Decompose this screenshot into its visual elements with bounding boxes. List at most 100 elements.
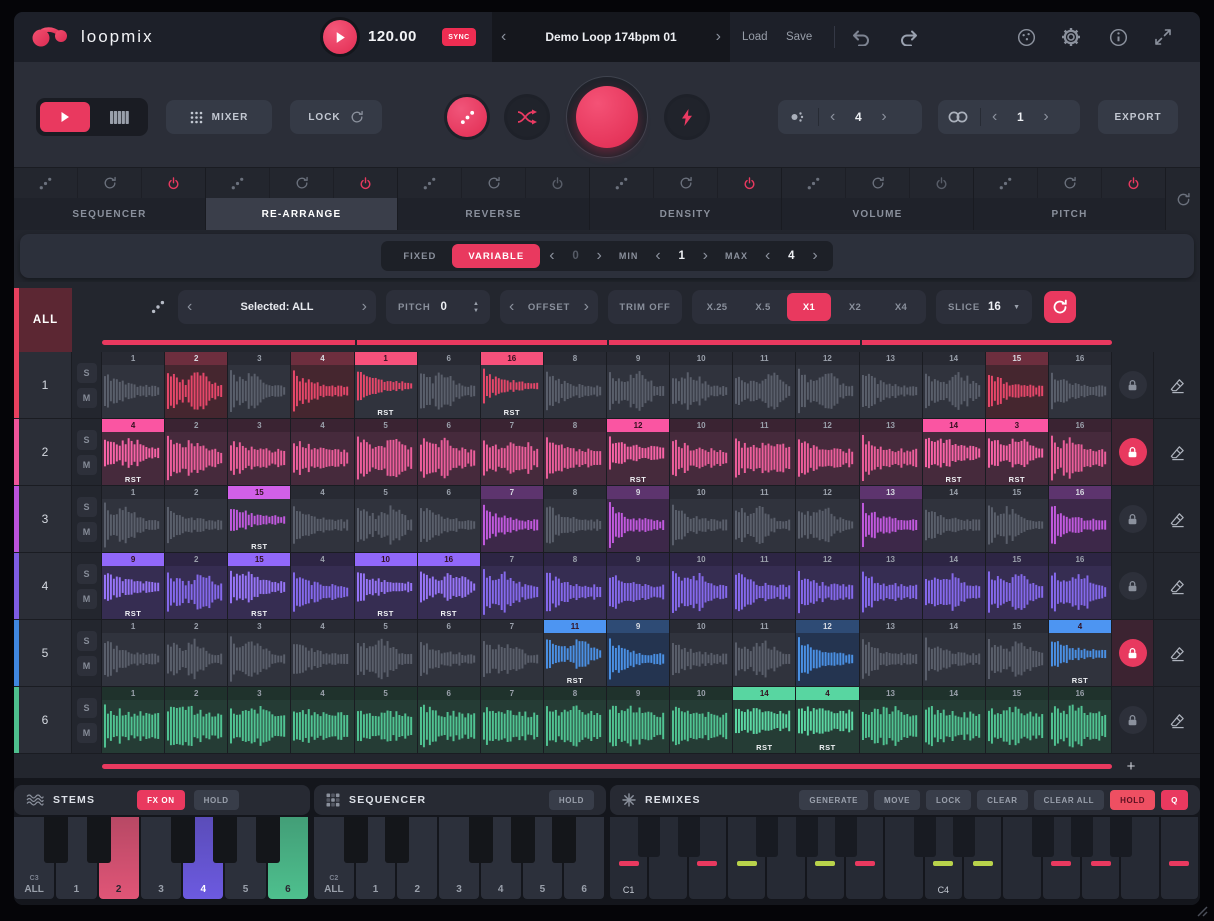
- slice-cell[interactable]: 11RST: [544, 620, 607, 686]
- slice-cell[interactable]: 9: [607, 486, 670, 552]
- slice-cell[interactable]: 15: [986, 620, 1049, 686]
- tab-sequencer[interactable]: SEQUENCER: [14, 198, 205, 230]
- slice-cell[interactable]: 8: [544, 553, 607, 619]
- slice-cell[interactable]: 6: [418, 620, 481, 686]
- black-key[interactable]: [44, 817, 68, 863]
- slice-cell[interactable]: 11: [733, 419, 796, 485]
- slice-cell[interactable]: 4RST: [1049, 620, 1112, 686]
- loop-view-button[interactable]: [40, 102, 90, 132]
- row-select-button-1[interactable]: 1: [14, 352, 72, 418]
- slice-cell[interactable]: 10: [670, 687, 733, 753]
- slice-cell[interactable]: 13: [860, 687, 923, 753]
- black-key[interactable]: [756, 817, 778, 857]
- black-key[interactable]: [796, 817, 818, 857]
- tab-re-arrange[interactable]: RE-ARRANGE: [206, 198, 397, 230]
- preset-next-button[interactable]: ›: [707, 29, 730, 45]
- remix-hold-button[interactable]: HOLD: [1110, 790, 1155, 810]
- black-key[interactable]: [678, 817, 700, 857]
- slice-cell[interactable]: 1: [102, 687, 165, 753]
- solo-button[interactable]: S: [77, 497, 97, 517]
- solo-button[interactable]: S: [77, 631, 97, 651]
- slice-cell[interactable]: 9: [607, 687, 670, 753]
- pitch-spinner[interactable]: ▲ ▼: [473, 301, 490, 314]
- playhead-bar-bottom[interactable]: [102, 764, 1112, 769]
- slice-cell[interactable]: 15: [986, 687, 1049, 753]
- speed-x-5[interactable]: X.5: [741, 293, 785, 321]
- speed-x2[interactable]: X2: [833, 293, 877, 321]
- sync-button[interactable]: SYNC: [442, 28, 476, 46]
- fixed-next-button[interactable]: ›: [588, 248, 611, 264]
- tabs-refresh-button[interactable]: [1166, 168, 1200, 230]
- black-key[interactable]: [256, 817, 280, 863]
- slice-cell[interactable]: 13: [860, 553, 923, 619]
- repeat-next-button[interactable]: ›: [1034, 109, 1057, 125]
- black-key[interactable]: [1110, 817, 1132, 857]
- black-key[interactable]: [552, 817, 576, 863]
- variable-button[interactable]: VARIABLE: [452, 244, 540, 268]
- row-select-button-3[interactable]: 3: [14, 486, 72, 552]
- black-key[interactable]: [914, 817, 936, 857]
- slice-cell[interactable]: 4: [291, 553, 354, 619]
- slice-cell[interactable]: 2: [165, 352, 228, 418]
- solo-button[interactable]: S: [77, 430, 97, 450]
- lock-control[interactable]: LOCK: [290, 100, 382, 134]
- tab-density[interactable]: DENSITY: [590, 198, 781, 230]
- slice-cell[interactable]: 8: [544, 352, 607, 418]
- slice-cell[interactable]: 5: [355, 620, 418, 686]
- slice-cell[interactable]: 8: [544, 687, 607, 753]
- row-select-button-4[interactable]: 4: [14, 553, 72, 619]
- pattern-prev-button[interactable]: ‹: [821, 109, 844, 125]
- slice-cell[interactable]: 15RST: [228, 553, 291, 619]
- slice-cell[interactable]: 2: [165, 620, 228, 686]
- row-select-button-5[interactable]: 5: [14, 620, 72, 686]
- tab-refresh-icon[interactable]: [846, 168, 910, 198]
- redo-button[interactable]: [898, 27, 920, 49]
- fixed-button[interactable]: FIXED: [387, 244, 452, 268]
- main-trigger-button[interactable]: [566, 76, 648, 158]
- tab-dice-icon[interactable]: [14, 168, 78, 198]
- row-erase-button[interactable]: [1169, 377, 1186, 394]
- slice-cell[interactable]: 11: [733, 486, 796, 552]
- spin-up-icon[interactable]: ▲: [473, 301, 479, 307]
- slice-cell[interactable]: 4RST: [102, 419, 165, 485]
- row-select-button-2[interactable]: 2: [14, 419, 72, 485]
- black-key[interactable]: [1071, 817, 1093, 857]
- slice-cell[interactable]: 2: [165, 486, 228, 552]
- speed-x1[interactable]: X1: [787, 293, 831, 321]
- tab-refresh-icon[interactable]: [1038, 168, 1102, 198]
- row-lock-button[interactable]: [1119, 505, 1147, 533]
- slice-cell[interactable]: 1RST: [355, 352, 418, 418]
- tab-refresh-icon[interactable]: [654, 168, 718, 198]
- slice-cell[interactable]: 14: [923, 486, 986, 552]
- slice-cell[interactable]: 4: [291, 419, 354, 485]
- slice-cell[interactable]: 16RST: [418, 553, 481, 619]
- row-erase-button[interactable]: [1169, 511, 1186, 528]
- slice-cell[interactable]: 5: [355, 419, 418, 485]
- slice-cell[interactable]: 13: [860, 486, 923, 552]
- repeat-prev-button[interactable]: ‹: [983, 109, 1006, 125]
- slice-cell[interactable]: 6: [418, 352, 481, 418]
- slice-cell[interactable]: 10: [670, 352, 733, 418]
- remix-clear-button[interactable]: CLEAR: [977, 790, 1028, 810]
- slice-cell[interactable]: 6: [418, 419, 481, 485]
- load-button[interactable]: Load: [742, 12, 768, 62]
- black-key[interactable]: [385, 817, 409, 863]
- trim-button[interactable]: TRIM OFF: [608, 290, 682, 324]
- slice-cell[interactable]: 2: [165, 419, 228, 485]
- slice-cell[interactable]: 7: [481, 620, 544, 686]
- slice-cell[interactable]: 6: [418, 687, 481, 753]
- slice-cell[interactable]: 11: [733, 352, 796, 418]
- mute-button[interactable]: M: [77, 723, 97, 743]
- slice-cell[interactable]: 14: [923, 687, 986, 753]
- solo-button[interactable]: S: [77, 564, 97, 584]
- slice-cell[interactable]: 15: [986, 486, 1049, 552]
- black-key[interactable]: [344, 817, 368, 863]
- tab-power-icon[interactable]: [526, 168, 589, 198]
- bpm-display[interactable]: 120.00: [368, 12, 417, 62]
- slice-cell[interactable]: 16: [1049, 687, 1112, 753]
- min-prev-button[interactable]: ‹: [646, 248, 669, 264]
- tab-volume[interactable]: VOLUME: [782, 198, 973, 230]
- resize-expand-button[interactable]: [1152, 26, 1174, 48]
- slice-cell[interactable]: 10RST: [355, 553, 418, 619]
- slice-cell[interactable]: 9: [607, 553, 670, 619]
